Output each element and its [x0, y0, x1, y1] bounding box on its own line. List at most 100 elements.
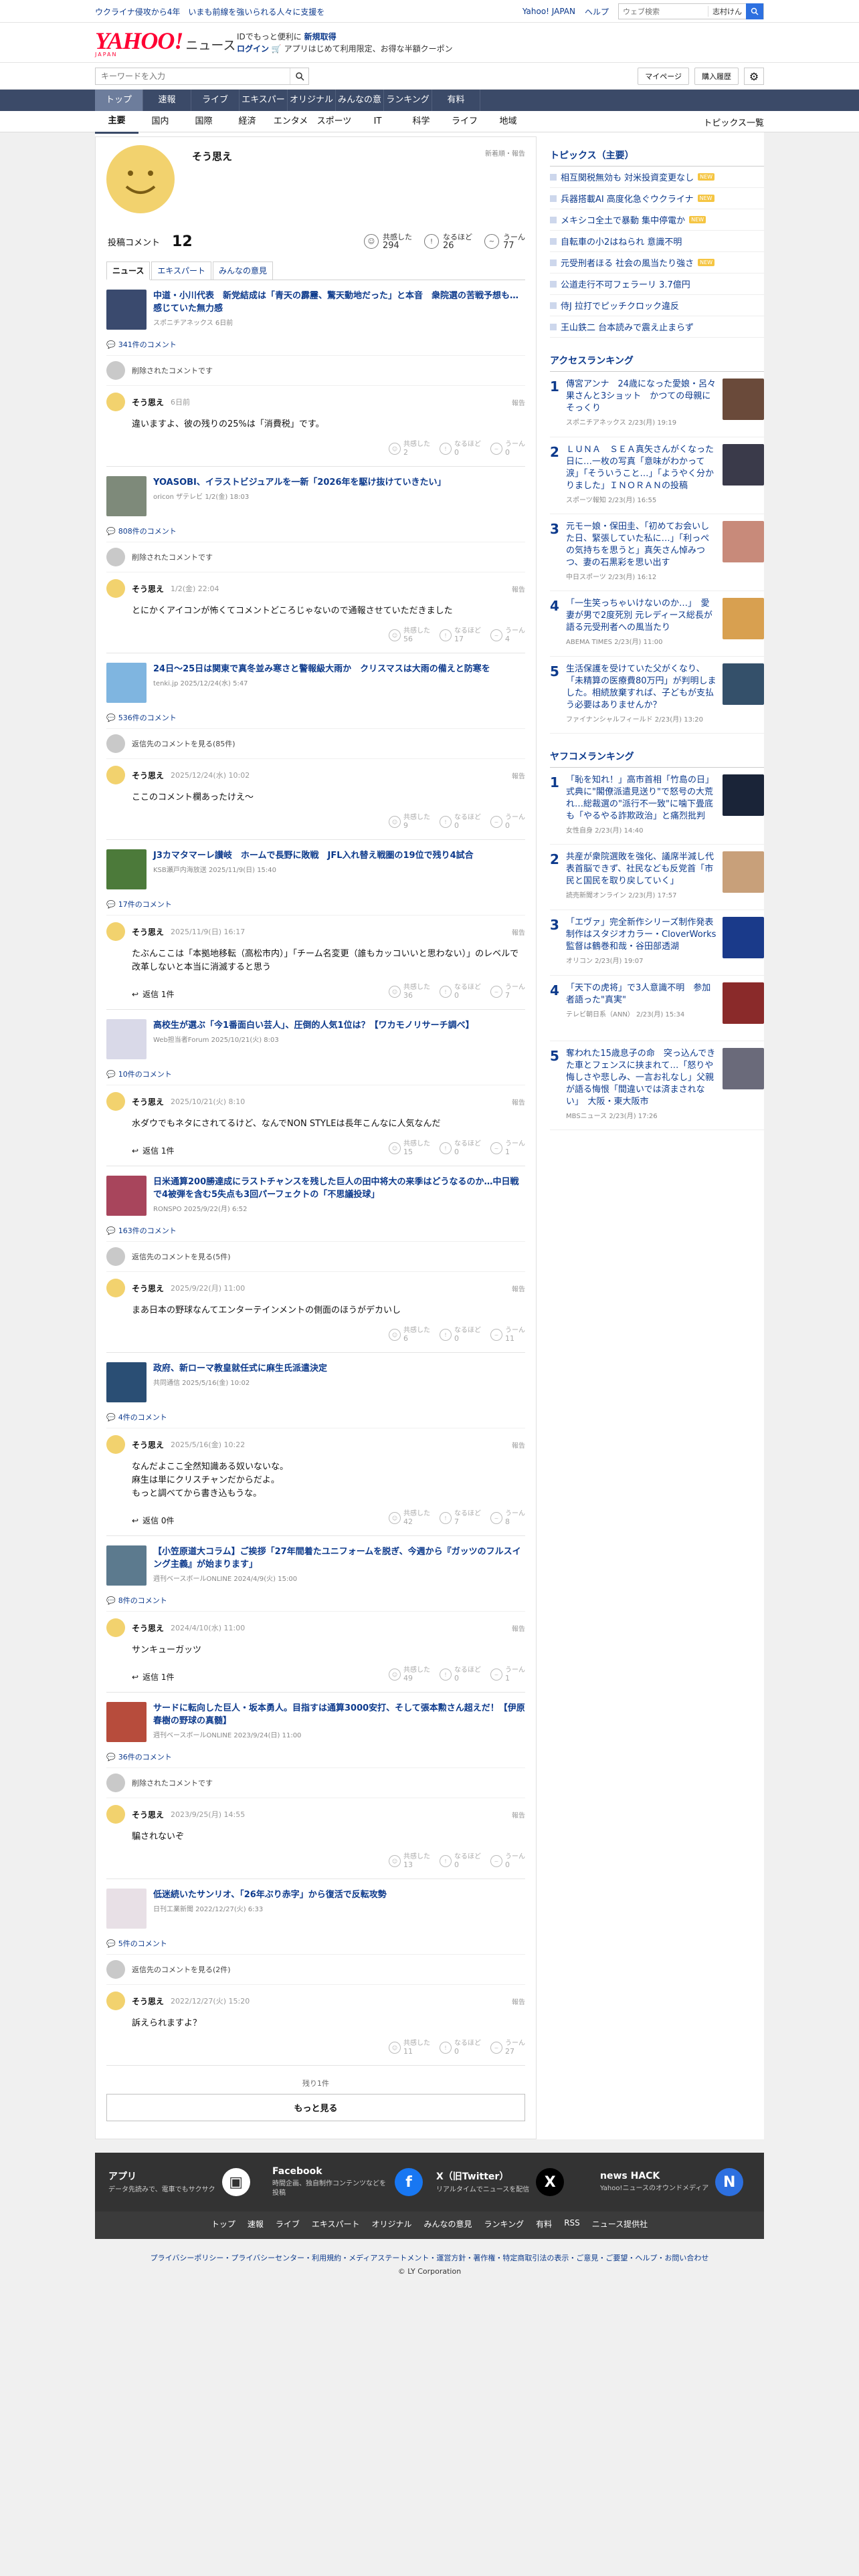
reaction-1[interactable]: ! なるほど 7 — [440, 1510, 481, 1526]
yahoo-news-logo[interactable]: YAHOO! JAPAN ニュース — [95, 29, 237, 58]
ranking-item[interactable]: 5 奪われた15歳息子の命 突っ込んできた車とフェンスに挟まれて…「怒りや悔しさや… — [550, 1041, 764, 1130]
reaction-1[interactable]: ! なるほど 0 — [440, 1140, 481, 1156]
legal-links[interactable]: プライバシーポリシー・プライバシーセンター・利用規約・メディアステートメント・運… — [95, 2239, 764, 2267]
footer-app-0[interactable]: アプリ データ先読みで、電車でもサクサク ▣ — [108, 2166, 259, 2198]
report-link[interactable]: 報告 — [512, 1996, 525, 2006]
sort-order[interactable]: 新着順・報告 — [485, 148, 525, 158]
mypage-button[interactable]: マイページ — [638, 68, 689, 85]
reaction-2[interactable]: ~ うーん 1 — [490, 1667, 525, 1683]
topic-item[interactable]: 侍J 拉打でピッチクロック違反 — [550, 295, 764, 316]
ranking-item[interactable]: 3 元モー娘・保田圭、「初めてお会いした日、緊張していた私に…」「利っぺの気持ちを… — [550, 514, 764, 591]
show-more-button[interactable]: もっと見る — [106, 2094, 525, 2121]
reaction-1[interactable]: ! なるほど 0 — [440, 441, 481, 457]
news-search-input[interactable] — [96, 68, 290, 84]
ranking-item[interactable]: 4 「一生笑っちゃいけないのか…」 愛妻が男で2度死別 元レディース総長が語る元受… — [550, 591, 764, 657]
tab-1[interactable]: エキスパート — [151, 261, 212, 280]
comment-user-name[interactable]: そう思え — [132, 926, 164, 938]
footer-app-2[interactable]: X（旧Twitter） リアルタイムでニュースを配信 X — [436, 2166, 587, 2198]
reaction-1[interactable]: ! なるほど 0 — [440, 814, 481, 830]
reaction-0[interactable]: ☺ 共感した 6 — [389, 1327, 430, 1343]
article-link[interactable]: J3カマタマーレ讃岐 ホームで長野に敗戦 JFL入れ替え戦圏の19位で残り4試合… — [106, 849, 525, 889]
report-link[interactable]: 報告 — [512, 1623, 525, 1633]
subnav-item-7[interactable]: 科学 — [399, 111, 443, 132]
report-link[interactable]: 報告 — [512, 1097, 525, 1107]
report-link[interactable]: 報告 — [512, 1440, 525, 1450]
comment-user-name[interactable]: そう思え — [132, 1439, 164, 1451]
comment-user-name[interactable]: そう思え — [132, 1283, 164, 1294]
subnav-item-6[interactable]: IT — [356, 111, 399, 132]
comment-count-link[interactable]: 💬 808件のコメント — [106, 526, 525, 536]
report-link[interactable]: 報告 — [512, 770, 525, 780]
nav-tab-7[interactable]: 有料 — [432, 90, 480, 111]
reply-button[interactable]: ↩ 返信 1件 — [132, 988, 175, 1000]
comment-count-link[interactable]: 💬 8件のコメント — [106, 1595, 525, 1606]
topic-item[interactable]: 王山鉄二 台本読みで震え止まらず — [550, 316, 764, 338]
reaction-2[interactable]: ~ うーん 8 — [490, 1510, 525, 1526]
article-title[interactable]: 高校生が選ぶ「今1番面白い芸人」、圧倒的人気1位は？【ワカモノリサーチ調べ】 — [153, 1019, 474, 1032]
topic-item[interactable]: 元受刑者ほる 社会の風当たり強さ NEW — [550, 252, 764, 274]
new-id-link[interactable]: 新規取得 — [304, 32, 337, 41]
reaction-0[interactable]: ☺ 共感した 13 — [389, 1853, 430, 1869]
reaction-1[interactable]: ! なるほど 0 — [440, 2040, 481, 2056]
subnav-item-1[interactable]: 国内 — [138, 111, 182, 132]
footer-nav-1[interactable]: 速報 — [248, 2218, 264, 2230]
subnav-item-9[interactable]: 地域 — [486, 111, 530, 132]
ranking-item[interactable]: 5 生活保護を受けていた父がくなり、「未精算の医療費80万円」が判明しました。相続… — [550, 657, 764, 734]
report-link[interactable]: 報告 — [512, 584, 525, 594]
article-link[interactable]: 24日～25日は関東で真冬並み寒さと警報級大雨か クリスマスは大雨の備えと防寒を… — [106, 663, 525, 703]
subnav-item-0[interactable]: 主要 — [95, 110, 138, 134]
report-link[interactable]: 報告 — [512, 1810, 525, 1820]
purchase-history-button[interactable]: 購入履歴 — [694, 68, 739, 85]
comment-user-name[interactable]: そう思え — [132, 397, 164, 408]
article-title[interactable]: サードに転向した巨人・坂本勇人。目指すは通算3000安打、そして張本勲さん超えだ… — [153, 1702, 525, 1727]
settings-button[interactable]: ⚙ — [744, 68, 764, 85]
article-link[interactable]: 高校生が選ぶ「今1番面白い芸人」、圧倒的人気1位は？【ワカモノリサーチ調べ】 We… — [106, 1019, 525, 1059]
help-link[interactable]: ヘルプ — [585, 6, 609, 17]
parent-comment[interactable]: 返信先のコメントを見る(85件) — [106, 728, 525, 758]
footer-app-1[interactable]: Facebook 時間企画、独自制作コンテンツなどを投稿 f — [272, 2166, 423, 2198]
tab-2[interactable]: みんなの意見 — [213, 261, 274, 280]
footer-nav-8[interactable]: RSS — [564, 2218, 580, 2230]
footer-nav-9[interactable]: ニュース提供社 — [592, 2218, 648, 2230]
reaction-2[interactable]: ~ うーん 1 — [490, 1140, 525, 1156]
ranking-item[interactable]: 1 「恥を知れ！」高市首相「竹島の日」式典に"閣僚派遣見送り"で怒号の大荒れ…総裁… — [550, 768, 764, 845]
comment-user-name[interactable]: そう思え — [132, 1809, 164, 1820]
reaction-2[interactable]: ~ うーん 27 — [490, 2040, 525, 2056]
article-title[interactable]: 政府、新ローマ教皇就任式に麻生氏派遣決定 — [153, 1362, 327, 1375]
reaction-2[interactable]: ~ うーん 7 — [490, 984, 525, 1000]
web-search-button[interactable] — [746, 3, 763, 19]
reaction-1[interactable]: ! なるほど 0 — [440, 1667, 481, 1683]
article-title[interactable]: YOASOBI、イラストビジュアルを一新「2026年を駆け抜けていきたい」 — [153, 476, 446, 489]
tab-0[interactable]: ニュース — [106, 261, 151, 280]
news-search-button[interactable] — [290, 68, 308, 84]
topic-item[interactable]: 兵器搭載AI 高度化急ぐウクライナ NEW — [550, 188, 764, 209]
yahoo-japan-link[interactable]: Yahoo! JAPAN — [522, 7, 575, 16]
nav-tab-3[interactable]: エキスパート — [240, 90, 288, 126]
article-title[interactable]: 中道・小川代表 新党結成は「青天の霹靂、驚天動地だった」と本音 衆院選の苦戦予想… — [153, 290, 525, 315]
comment-count-link[interactable]: 💬 536件のコメント — [106, 712, 525, 723]
reaction-0[interactable]: ☺ 共感した 49 — [389, 1667, 430, 1683]
reaction-2[interactable]: ~ うーん 0 — [490, 814, 525, 830]
article-title[interactable]: 24日～25日は関東で真冬並み寒さと警報級大雨か クリスマスは大雨の備えと防寒を — [153, 663, 490, 675]
reaction-1[interactable]: ! なるほど 0 — [440, 1853, 481, 1869]
article-title[interactable]: 低迷続いたサンリオ、「26年ぶり赤字」から復活で反転攻勢 — [153, 1889, 387, 1901]
nav-tab-2[interactable]: ライブ — [191, 90, 240, 111]
ranking-item[interactable]: 2 共産が衆院選敗を強化、議席半減し代表首脳できず、社民なども反党首「市民と国民を… — [550, 845, 764, 910]
comment-user-name[interactable]: そう思え — [132, 1096, 164, 1107]
comment-count-link[interactable]: 💬 17件のコメント — [106, 899, 525, 909]
footer-app-3[interactable]: news HACK Yahoo!ニュースのオウンドメディア N — [600, 2166, 751, 2198]
reaction-2[interactable]: ~ うーん 11 — [490, 1327, 525, 1343]
comment-count-link[interactable]: 💬 10件のコメント — [106, 1069, 525, 1079]
reaction-1[interactable]: ! なるほど 0 — [440, 1327, 481, 1343]
footer-nav-7[interactable]: 有料 — [536, 2218, 552, 2230]
footer-nav-4[interactable]: オリジナル — [372, 2218, 412, 2230]
article-title[interactable]: J3カマタマーレ讃岐 ホームで長野に敗戦 JFL入れ替え戦圏の19位で残り4試合 — [153, 849, 474, 862]
article-link[interactable]: YOASOBI、イラストビジュアルを一新「2026年を駆け抜けていきたい」 ori… — [106, 476, 525, 516]
reaction-1[interactable]: ! なるほど 0 — [440, 984, 481, 1000]
comment-count-link[interactable]: 💬 5件のコメント — [106, 1938, 525, 1949]
reaction-1[interactable]: ! なるほど 17 — [440, 627, 481, 643]
nav-tab-1[interactable]: 速報 — [143, 90, 191, 111]
article-link[interactable]: 日米通算200勝達成にラストチャンスを残した巨人の田中将大の来季はどうなるのか…… — [106, 1176, 525, 1216]
comment-user-name[interactable]: そう思え — [132, 1996, 164, 2007]
nav-tab-0[interactable]: トップ — [95, 90, 143, 111]
